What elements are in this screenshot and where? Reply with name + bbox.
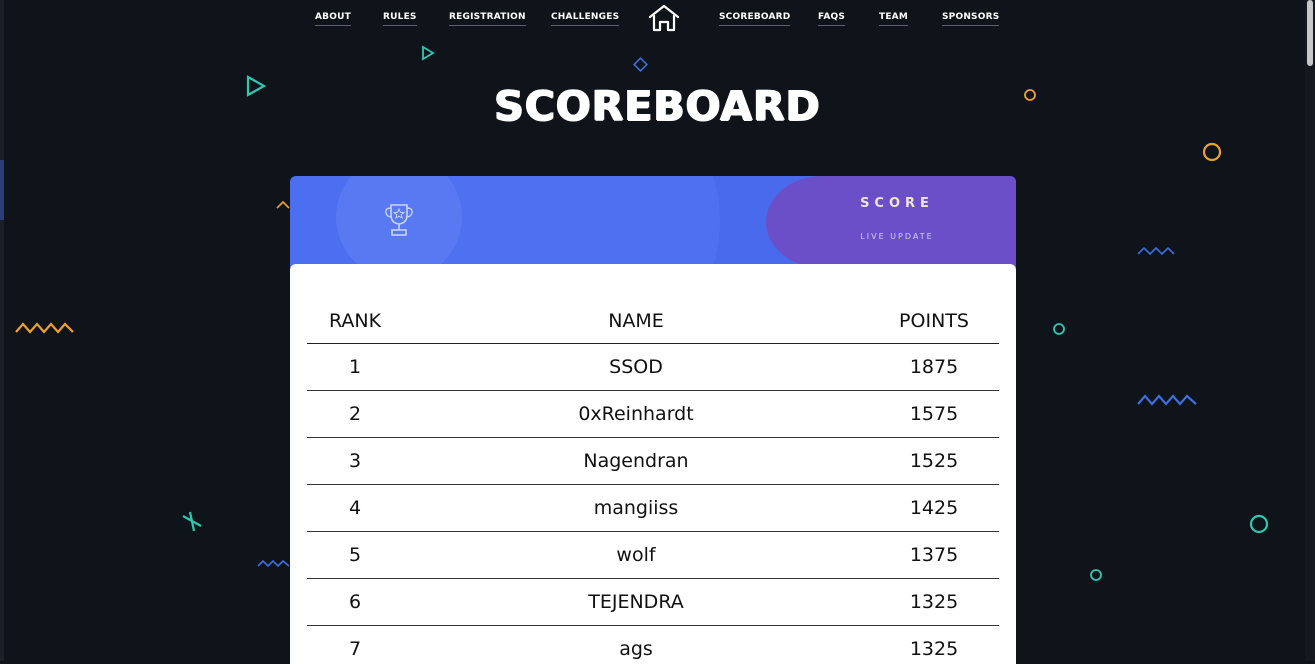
table-row: 2 0xReinhardt 1575: [307, 391, 999, 438]
banner-ring: [430, 176, 720, 268]
zigzag-shape: [1138, 248, 1174, 254]
zigzag-shape: [16, 324, 73, 332]
rank-cell: 7: [307, 626, 403, 664]
name-cell: wolf: [403, 532, 869, 579]
name-cell: Nagendran: [403, 438, 869, 485]
rank-cell: 1: [307, 344, 403, 391]
name-cell: TEJENDRA: [403, 579, 869, 626]
zigzag-shape: [258, 561, 289, 566]
points-cell: 1875: [869, 344, 999, 391]
circle-shape: [1091, 570, 1101, 580]
rank-cell: 3: [307, 438, 403, 485]
scoreboard-card: RANK NAME POINTS 1 SSOD 1875 2 0xReinhar…: [290, 264, 1016, 664]
points-cell: 1525: [869, 438, 999, 485]
zigzag-shape: [277, 202, 289, 208]
rank-cell: 6: [307, 579, 403, 626]
table-row: 4 mangiiss 1425: [307, 485, 999, 532]
table-row: 1 SSOD 1875: [307, 344, 999, 391]
diamond-shape: [634, 58, 647, 71]
circle-shape: [1204, 144, 1220, 160]
name-cell: SSOD: [403, 344, 869, 391]
rank-column-header: RANK: [307, 298, 403, 344]
trophy-icon: [383, 202, 415, 238]
points-cell: 1425: [869, 485, 999, 532]
rank-cell: 5: [307, 532, 403, 579]
page-title: SCOREBOARD: [0, 82, 1315, 130]
table-row: 6 TEJENDRA 1325: [307, 579, 999, 626]
table-row: 7 ags 1325: [307, 626, 999, 664]
name-cell: 0xReinhardt: [403, 391, 869, 438]
points-cell: 1375: [869, 532, 999, 579]
points-cell: 1325: [869, 579, 999, 626]
points-cell: 1575: [869, 391, 999, 438]
table-row: 3 Nagendran 1525: [307, 438, 999, 485]
name-cell: mangiiss: [403, 485, 869, 532]
edge-fragment: [0, 160, 4, 220]
table-row: 5 wolf 1375: [307, 532, 999, 579]
scoreboard-table: RANK NAME POINTS 1 SSOD 1875 2 0xReinhar…: [307, 298, 999, 664]
name-cell: ags: [403, 626, 869, 664]
score-title: SCORE: [818, 196, 976, 211]
rank-cell: 2: [307, 391, 403, 438]
table-header-row: RANK NAME POINTS: [307, 298, 999, 344]
rank-cell: 4: [307, 485, 403, 532]
name-column-header: NAME: [403, 298, 869, 344]
circle-shape: [1251, 516, 1267, 532]
triangle-shape: [423, 47, 433, 59]
points-cell: 1325: [869, 626, 999, 664]
points-column-header: POINTS: [869, 298, 999, 344]
zigzag-shape: [1138, 396, 1196, 404]
circle-shape: [1054, 324, 1064, 334]
live-update-label: LIVE UPDATE: [818, 232, 976, 241]
score-label-panel: [766, 176, 1016, 268]
